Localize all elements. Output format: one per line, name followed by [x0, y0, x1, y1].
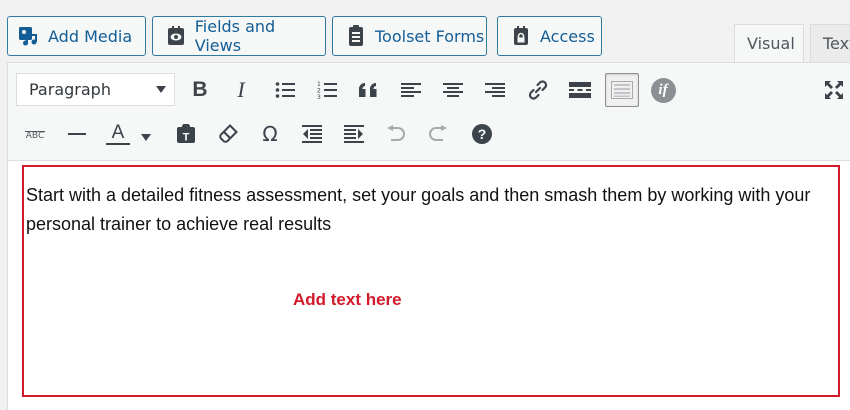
help-glyph: ? [477, 126, 487, 142]
text-color-dropdown[interactable] [138, 123, 154, 151]
toolbar-toggle-icon [611, 81, 633, 99]
special-character-icon: Ω [262, 122, 278, 146]
bold-button[interactable]: B [186, 76, 214, 104]
bold-icon: B [192, 78, 208, 101]
fields-views-icon [165, 25, 187, 47]
toolset-forms-icon [345, 25, 367, 47]
text-color-glyph: A [111, 122, 125, 143]
tab-visual[interactable]: Visual [734, 24, 804, 62]
fullscreen-icon [824, 80, 844, 100]
strikethrough-icon: ABC [24, 125, 46, 143]
chevron-down-icon [141, 133, 151, 141]
editor-toolbar: Paragraph B I 123 if ABC A T Ω ? [8, 63, 850, 161]
blockquote-button[interactable] [355, 76, 383, 104]
numbered-list-button[interactable]: 123 [313, 76, 341, 104]
conditional-if-glyph: if [658, 81, 668, 98]
clear-formatting-icon [218, 124, 238, 144]
strikethrough-glyph: ABC [25, 131, 45, 141]
format-select[interactable]: Paragraph [16, 73, 175, 106]
paste-text-icon: T [176, 124, 196, 144]
svg-text:3: 3 [317, 94, 321, 100]
italic-button[interactable]: I [227, 76, 255, 104]
italic-icon: I [237, 77, 245, 102]
access-label: Access [540, 26, 595, 46]
toolbar-toggle-button[interactable] [605, 73, 639, 107]
link-icon [527, 79, 549, 101]
outdent-button[interactable] [298, 120, 326, 148]
align-left-icon [401, 82, 421, 98]
align-right-icon [485, 82, 505, 98]
redo-icon [428, 125, 448, 143]
text-color-button[interactable]: A [104, 120, 132, 148]
editor-content-area[interactable]: Start with a detailed fitness assessment… [22, 165, 840, 397]
content-paragraph: Start with a detailed fitness assessment… [26, 185, 811, 234]
add-media-button[interactable]: Add Media [7, 16, 146, 56]
numbered-list-icon: 123 [317, 80, 337, 100]
add-media-icon [18, 25, 40, 47]
blockquote-icon [358, 82, 380, 98]
lock-icon [510, 25, 532, 47]
horizontal-line-icon [68, 132, 86, 136]
fields-and-views-label: Fields and Views [194, 17, 276, 55]
help-icon: ? [472, 124, 492, 144]
undo-icon [386, 125, 406, 143]
read-more-icon [569, 82, 591, 98]
add-media-label: Add Media [48, 26, 133, 46]
tab-text[interactable]: Text [810, 24, 850, 62]
chevron-down-icon [156, 86, 166, 93]
horizontal-line-button[interactable] [63, 120, 91, 148]
conditional-if-icon: if [650, 77, 676, 103]
align-right-button[interactable] [481, 76, 509, 104]
special-character-button[interactable]: Ω [256, 120, 284, 148]
fields-and-views-button[interactable]: Fields and Views [152, 16, 326, 56]
indent-button[interactable] [340, 120, 368, 148]
redo-button[interactable] [424, 120, 452, 148]
align-center-icon [443, 82, 463, 98]
format-select-value: Paragraph [29, 80, 111, 99]
indent-icon [344, 125, 364, 143]
conditional-output-button[interactable]: if [649, 76, 677, 104]
paste-as-text-button[interactable]: T [172, 120, 200, 148]
read-more-button[interactable] [566, 76, 594, 104]
text-color-icon: A [106, 123, 130, 145]
fullscreen-button[interactable] [820, 76, 848, 104]
strikethrough-button[interactable]: ABC [21, 120, 49, 148]
insert-link-button[interactable] [524, 76, 552, 104]
svg-text:T: T [183, 132, 190, 144]
align-left-button[interactable] [397, 76, 425, 104]
outdent-icon [302, 125, 322, 143]
editor: Paragraph B I 123 if ABC A T Ω ? Start w… [7, 62, 850, 410]
undo-button[interactable] [382, 120, 410, 148]
bullet-list-icon [275, 81, 295, 99]
help-button[interactable]: ? [468, 120, 496, 148]
toolset-forms-button[interactable]: Toolset Forms [332, 16, 487, 56]
add-text-hint: Add text here [293, 290, 402, 309]
align-center-button[interactable] [439, 76, 467, 104]
clear-formatting-button[interactable] [214, 120, 242, 148]
toolset-forms-label: Toolset Forms [375, 26, 485, 46]
bullet-list-button[interactable] [271, 76, 299, 104]
access-button[interactable]: Access [497, 16, 602, 56]
